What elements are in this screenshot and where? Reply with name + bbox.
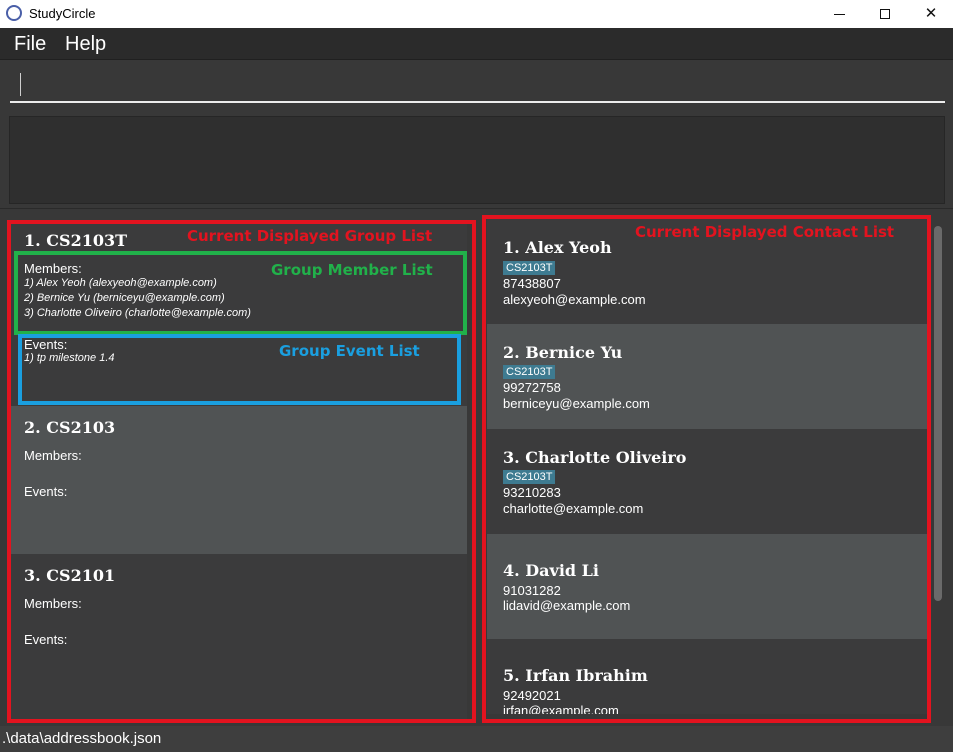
menu-help[interactable]: Help [65, 33, 106, 56]
status-bar: .\data\addressbook.json [0, 726, 953, 752]
title-bar: StudyCircle ✕ [0, 0, 953, 28]
minimize-icon [833, 13, 845, 15]
menu-file[interactable]: File [14, 33, 46, 56]
annotation-member-list-label: Group Member List [271, 261, 433, 279]
annotation-contact-list-label: Current Displayed Contact List [635, 223, 895, 241]
close-button[interactable]: ✕ [908, 0, 953, 28]
close-icon: ✕ [924, 5, 938, 22]
minimize-button[interactable] [816, 0, 862, 28]
window-title: StudyCircle [29, 6, 96, 21]
menu-bar: File Help [0, 28, 953, 60]
result-display [9, 116, 945, 204]
data-file-path: .\data\addressbook.json [2, 730, 162, 747]
annotation-event-list-label: Group Event List [279, 342, 420, 360]
scrollbar-thumb[interactable] [934, 226, 942, 601]
annotation-contact-list-box [482, 215, 931, 723]
text-caret [20, 73, 21, 96]
app-logo-icon [6, 5, 22, 21]
maximize-icon [880, 9, 890, 20]
annotation-group-list-label: Current Displayed Group List [187, 227, 433, 245]
maximize-button[interactable] [862, 0, 908, 28]
command-input[interactable] [10, 67, 945, 103]
command-area [0, 61, 953, 209]
